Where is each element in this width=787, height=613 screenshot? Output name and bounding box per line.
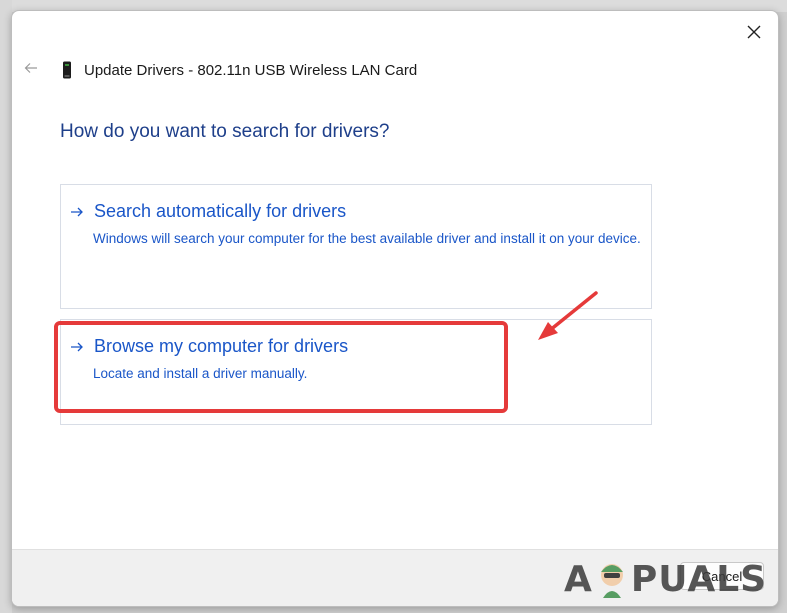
page-heading: How do you want to search for drivers? bbox=[60, 121, 390, 142]
arrow-right-icon bbox=[69, 339, 85, 355]
back-arrow-icon bbox=[24, 63, 37, 73]
dialog-title-row: Update Drivers - 802.11n USB Wireless LA… bbox=[60, 59, 417, 81]
dialog-footer: Cancel bbox=[12, 549, 778, 606]
back-button[interactable] bbox=[22, 59, 40, 77]
dialog-title: Update Drivers - 802.11n USB Wireless LA… bbox=[84, 61, 418, 79]
option-title-row: Browse my computer for drivers bbox=[69, 336, 348, 357]
browse-computer-option[interactable]: Browse my computer for drivers Locate an… bbox=[60, 319, 652, 425]
close-icon bbox=[747, 25, 761, 39]
close-button[interactable] bbox=[738, 17, 770, 47]
option-title: Browse my computer for drivers bbox=[94, 336, 349, 356]
update-drivers-dialog: Update Drivers - 802.11n USB Wireless LA… bbox=[11, 10, 779, 607]
option-description: Windows will search your computer for th… bbox=[93, 231, 641, 246]
arrow-right-icon bbox=[69, 204, 85, 220]
cancel-button[interactable]: Cancel bbox=[680, 562, 764, 590]
search-automatically-option[interactable]: Search automatically for drivers Windows… bbox=[60, 184, 652, 309]
usb-adapter-icon bbox=[60, 61, 74, 79]
option-title: Search automatically for drivers bbox=[94, 201, 347, 221]
option-description: Locate and install a driver manually. bbox=[93, 366, 308, 381]
option-title-row: Search automatically for drivers bbox=[69, 201, 346, 222]
